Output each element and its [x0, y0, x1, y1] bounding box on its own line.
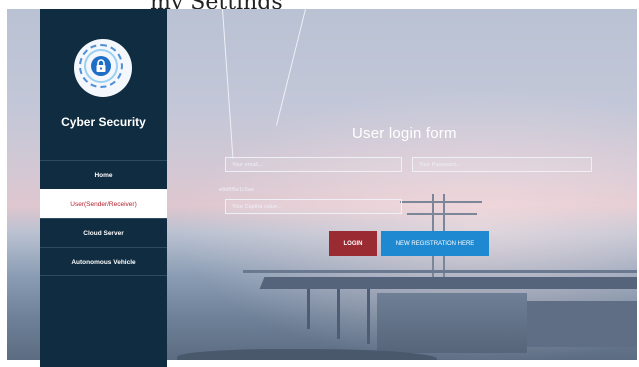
light-tower-bar — [400, 201, 482, 203]
pier-post — [367, 289, 370, 344]
new-registration-button[interactable]: NEW REGISTRATION HERE — [381, 231, 489, 256]
pier-rail — [243, 270, 637, 273]
padlock-shield-icon — [91, 56, 111, 76]
captcha-field[interactable] — [225, 199, 402, 214]
form-title: User login form — [352, 125, 457, 142]
sidebar-item-user-sender-receiver[interactable]: User(Sender/Receiver) — [40, 189, 167, 218]
pier-structure — [377, 293, 527, 353]
pier-post — [307, 289, 310, 329]
sidebar-item-cloud-server[interactable]: Cloud Server — [40, 218, 167, 247]
padlock-icon — [96, 59, 106, 72]
sidebar-item-home[interactable]: Home — [40, 160, 167, 189]
sidebar-item-autonomous-vehicle[interactable]: Autonomous Vehicle — [40, 247, 167, 276]
pier-post — [337, 289, 340, 339]
captcha-code: e8d8f6e1c5ae — [219, 187, 255, 193]
pier-deck — [259, 277, 637, 289]
brand-title: Cyber Security — [61, 115, 146, 129]
logo — [74, 39, 132, 97]
sidebar: Cyber Security Home User(Sender/Receiver… — [40, 9, 167, 367]
email-field[interactable] — [225, 157, 402, 172]
login-button[interactable]: LOGIN — [329, 231, 377, 256]
pier-structure — [527, 301, 637, 347]
sidebar-nav: Home User(Sender/Receiver) Cloud Server … — [40, 160, 167, 276]
password-field[interactable] — [412, 157, 592, 172]
light-tower-bar — [407, 213, 477, 215]
